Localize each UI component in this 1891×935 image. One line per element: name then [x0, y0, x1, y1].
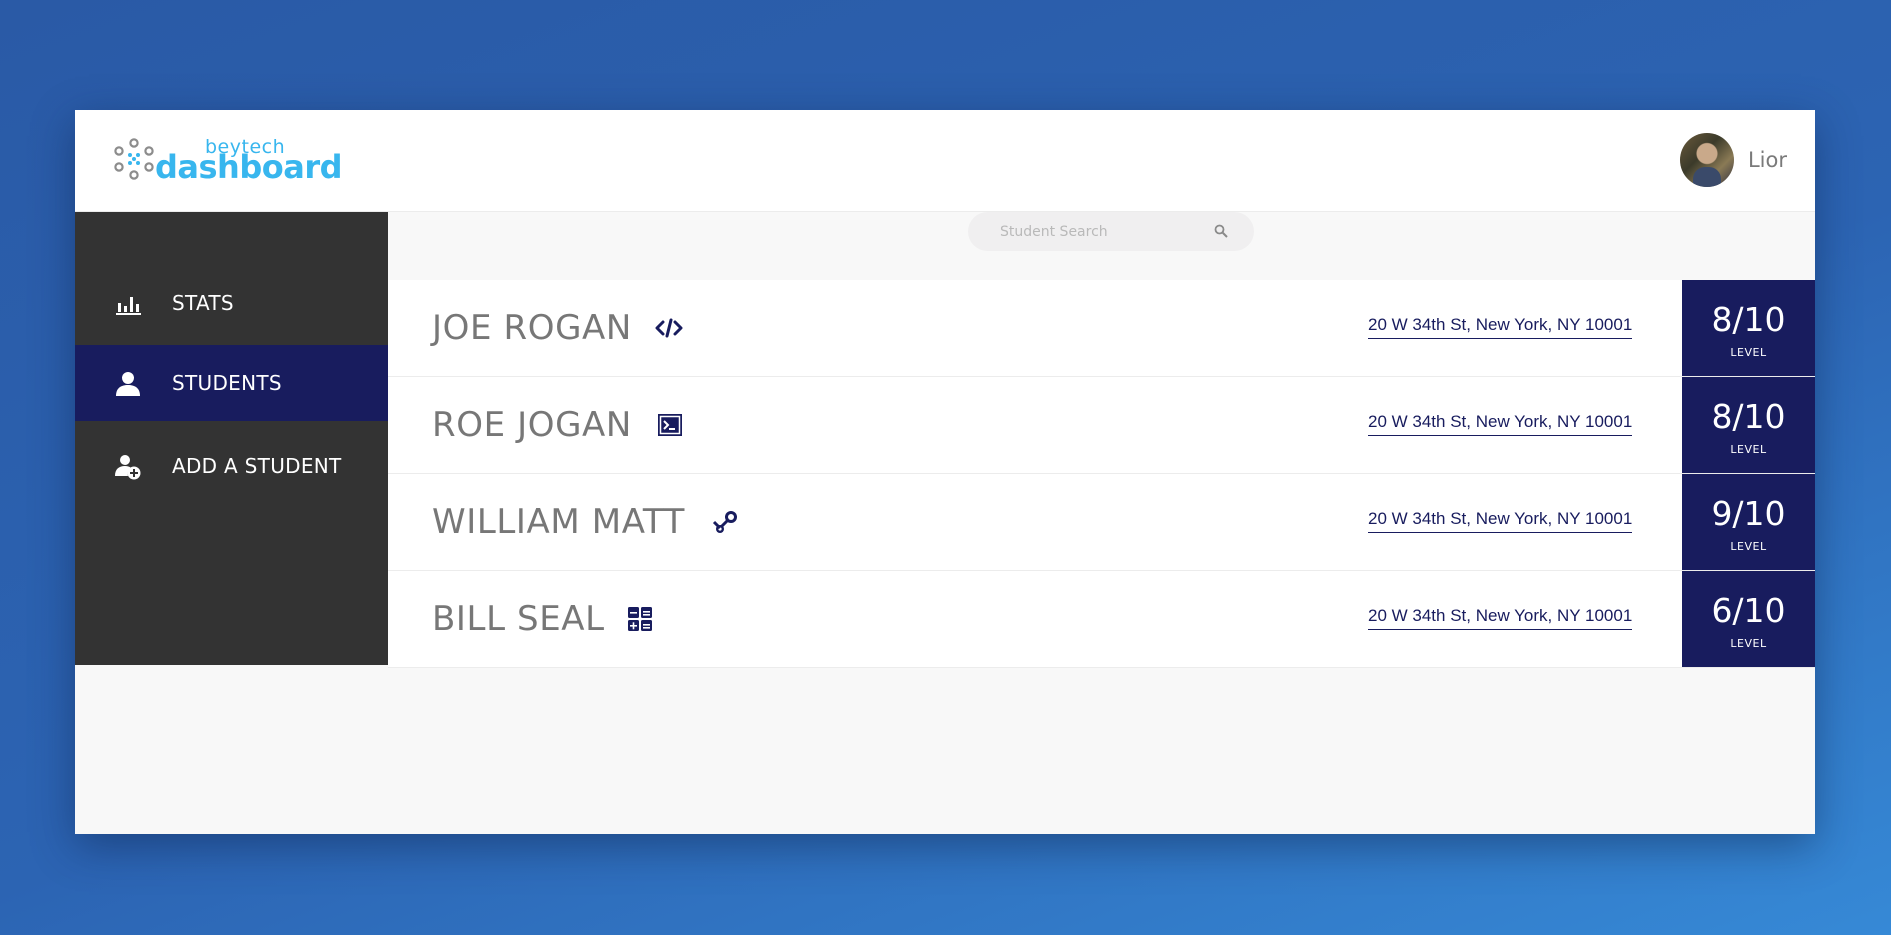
code-icon	[655, 318, 683, 338]
list-item[interactable]: WILLIAM MATT 20 W 34th St, New York, NY …	[388, 474, 1815, 571]
level-label: LEVEL	[1730, 637, 1767, 650]
list-item[interactable]: BILL SEAL 20 W 34th St, New York, NY 100…	[388, 571, 1815, 668]
terminal-icon	[658, 414, 682, 436]
student-address-link[interactable]: 20 W 34th St, New York, NY 10001	[1368, 315, 1633, 339]
level-badge: 9/10 LEVEL	[1682, 474, 1815, 570]
student-address-link[interactable]: 20 W 34th St, New York, NY 10001	[1368, 606, 1633, 630]
user-menu[interactable]: Lior	[1679, 132, 1787, 188]
avatar[interactable]	[1679, 133, 1734, 187]
student-name[interactable]: ROE JOGAN	[432, 405, 632, 445]
level-label: LEVEL	[1730, 443, 1767, 456]
student-list: JOE ROGAN 20 W 34th St, New York, NY 100…	[388, 280, 1815, 668]
sidebar-item-label: ADD A STUDENT	[172, 454, 342, 478]
list-item[interactable]: ROE JOGAN 20 W 34th St, New York, NY 100…	[388, 377, 1815, 474]
calculator-icon	[628, 607, 652, 631]
brand-big-text: dashboard	[155, 148, 343, 186]
level-badge: 8/10 LEVEL	[1682, 280, 1815, 376]
app-window: beytech dashboard Lior STATS STUDENTS AD…	[75, 110, 1815, 834]
search-input[interactable]	[998, 222, 1212, 241]
add-person-icon	[115, 455, 141, 480]
student-name[interactable]: WILLIAM MATT	[432, 502, 685, 542]
person-icon	[116, 372, 140, 396]
level-score: 6/10	[1711, 591, 1786, 630]
level-label: LEVEL	[1730, 346, 1767, 359]
sidebar-item-add-student[interactable]: ADD A STUDENT	[75, 428, 388, 504]
level-score: 9/10	[1711, 494, 1786, 533]
sidebar: STATS STUDENTS ADD A STUDENT	[75, 212, 388, 665]
sidebar-item-stats[interactable]: STATS	[75, 265, 388, 341]
list-item[interactable]: JOE ROGAN 20 W 34th St, New York, NY 100…	[388, 280, 1815, 377]
sidebar-item-label: STUDENTS	[172, 371, 282, 395]
level-score: 8/10	[1711, 300, 1786, 339]
sidebar-item-label: STATS	[172, 291, 234, 315]
search-bar[interactable]	[968, 212, 1254, 251]
user-name: Lior	[1747, 148, 1787, 172]
bar-chart-icon	[116, 297, 141, 315]
brand-logo[interactable]: beytech dashboard	[113, 136, 343, 186]
level-badge: 8/10 LEVEL	[1682, 377, 1815, 473]
steam-icon	[712, 511, 737, 533]
header: beytech dashboard Lior	[75, 110, 1815, 212]
level-score: 8/10	[1711, 397, 1786, 436]
student-name[interactable]: BILL SEAL	[432, 599, 605, 639]
level-label: LEVEL	[1730, 540, 1767, 553]
student-address-link[interactable]: 20 W 34th St, New York, NY 10001	[1368, 509, 1633, 533]
search-icon[interactable]	[1214, 224, 1228, 238]
student-name[interactable]: JOE ROGAN	[432, 308, 632, 348]
sidebar-item-students[interactable]: STUDENTS	[75, 345, 388, 421]
logo-icon	[114, 138, 154, 180]
level-badge: 6/10 LEVEL	[1682, 571, 1815, 667]
student-address-link[interactable]: 20 W 34th St, New York, NY 10001	[1368, 412, 1633, 436]
